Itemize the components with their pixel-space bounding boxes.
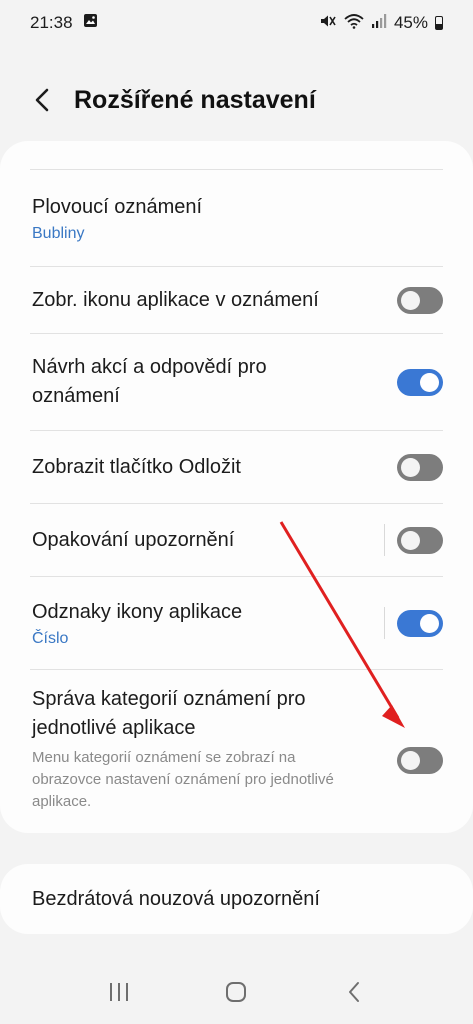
setting-text: Správa kategorií oznámení pro jednotlivé… [32,685,352,813]
toggle-knob [401,290,420,310]
toggle-zone [384,607,443,639]
navigation-bar [0,960,473,1024]
status-bar-left: 21:38 [30,13,98,33]
nav-back-button[interactable] [330,968,378,1016]
setting-label: Opakování upozornění [32,528,235,551]
status-time: 21:38 [30,13,73,32]
toggle-knob [401,750,420,770]
setting-app-icon-badges[interactable]: Odznaky ikony aplikace Číslo [0,577,473,669]
setting-description: Menu kategorií oznámení se zobrazí na ob… [32,749,334,810]
setting-text: Opakování upozornění [32,526,234,555]
setting-label: Odznaky ikony aplikace [32,601,243,623]
toggle-switch[interactable] [397,526,443,554]
toggle-switch[interactable] [397,746,443,774]
signal-icon [371,13,387,34]
setting-sub: Bubliny [32,225,85,242]
app-header: Rozšířené nastavení [0,72,473,128]
toggle-knob [401,530,420,550]
setting-text: Odznaky ikony aplikace Číslo [32,598,242,648]
setting-notification-categories[interactable]: Správa kategorií oznámení pro jednotlivé… [0,670,473,828]
vertical-separator [384,524,385,556]
setting-snooze-button[interactable]: Zobrazit tlačítko Odložit [0,431,473,503]
setting-show-app-icon[interactable]: Zobr. ikonu aplikace v oznámení [0,267,473,333]
status-bar: 21:38 45% [0,0,473,46]
setting-text: Zobr. ikonu aplikace v oznámení [32,286,319,315]
battery-percent: 45% [393,13,428,32]
image-icon [83,13,98,33]
setting-label: Bezdrátová nouzová upozornění [32,887,320,910]
setting-wireless-emergency-alerts[interactable]: Bezdrátová nouzová upozornění [0,864,473,934]
toggle-switch[interactable] [397,286,443,314]
setting-label: Návrh akcí a odpovědí pro oznámení [32,356,267,407]
setting-floating-notifications[interactable]: Plovoucí oznámení Bubliny [0,170,473,266]
battery-icon [435,16,443,30]
toggle-knob [401,457,420,477]
mute-icon [319,13,337,34]
setting-text: Plovoucí oznámení Bubliny [32,193,202,243]
page-title: Rozšířené nastavení [74,85,316,114]
setting-label: Zobr. ikonu aplikace v oznámení [32,288,319,311]
settings-card: Plovoucí oznámení Bubliny Zobr. ikonu ap… [0,141,473,833]
toggle-zone [384,524,443,556]
setting-text: Zobrazit tlačítko Odložit [32,453,241,482]
wifi-icon [344,13,364,34]
back-icon [349,982,360,1002]
back-button[interactable] [22,80,62,120]
setting-label: Správa kategorií oznámení pro jednotlivé… [32,688,306,739]
chevron-left-icon [35,88,49,112]
home-button[interactable] [212,968,260,1016]
setting-label: Zobrazit tlačítko Odložit [32,455,241,478]
setting-text: Návrh akcí a odpovědí pro oznámení [32,353,332,411]
recents-button[interactable] [95,968,143,1016]
setting-repeat-alerts[interactable]: Opakování upozornění [0,504,473,576]
vertical-separator [384,607,385,639]
status-bar-right: 45% [319,13,443,34]
toggle-knob [420,613,439,633]
toggle-switch[interactable] [397,453,443,481]
setting-suggested-actions[interactable]: Návrh akcí a odpovědí pro oznámení [0,334,473,430]
setting-sub: Číslo [32,630,69,647]
toggle-switch[interactable] [397,609,443,637]
setting-label: Plovoucí oznámení [32,196,203,218]
toggle-knob [420,372,439,392]
toggle-switch[interactable] [397,368,443,396]
recents-icon [109,983,128,1001]
home-icon [226,982,247,1002]
